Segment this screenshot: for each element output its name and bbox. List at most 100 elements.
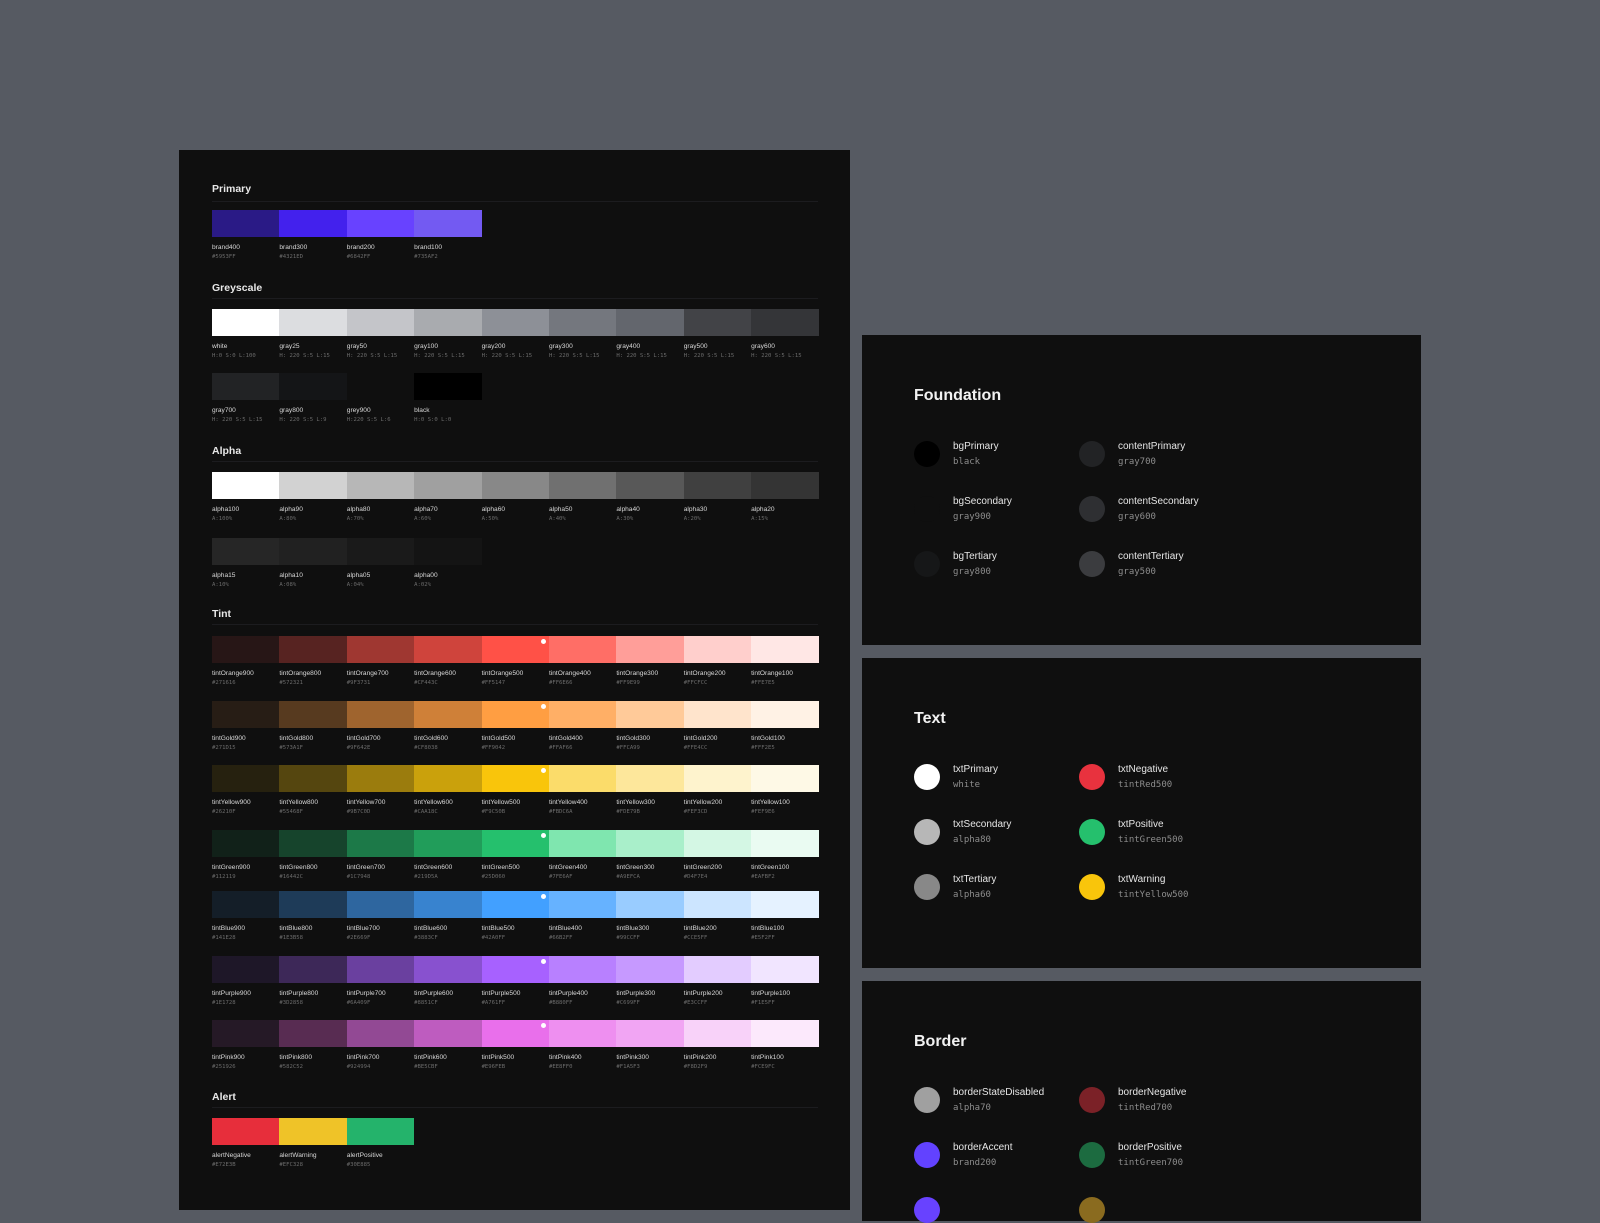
swatch-color-block (279, 701, 347, 728)
token-name: txtTertiary (953, 874, 997, 885)
swatch-name: tintPurple500 (481, 990, 521, 997)
swatch-name: tintBlue400 (548, 925, 582, 932)
color-swatch-brand400: brand400 #5953FF (212, 210, 280, 260)
swatch-code: H: 220 S:5 L:15 (616, 353, 667, 359)
swatch-color-block (212, 538, 280, 565)
swatch-name: brand300 (279, 244, 308, 251)
swatch-name: tintBlue500 (481, 925, 515, 932)
token-color-circle (914, 441, 940, 467)
swatch-name: gray200 (481, 343, 506, 350)
swatch-color-block (212, 1020, 280, 1047)
swatch-code: #16442C (279, 874, 303, 880)
color-swatch-tintblue300: tintBlue300 #99CCFF (616, 891, 684, 941)
token-text: contentSecondary gray600 (1118, 496, 1199, 522)
swatch-name: tintGreen700 (346, 864, 385, 871)
token-text: txtNegative tintRed500 (1118, 764, 1172, 790)
swatch-color-block (346, 373, 415, 400)
swatch-color-block (683, 701, 752, 728)
divider (212, 201, 818, 202)
token-name: bgTertiary (953, 551, 997, 562)
swatch-name: tintGold400 (548, 735, 583, 742)
swatch-color-block (212, 891, 280, 918)
swatch-name: tintYellow800 (279, 799, 319, 806)
swatch-code: #6842FF (346, 254, 371, 260)
token-text: txtPositive tintGreen500 (1118, 819, 1183, 845)
swatch-color-block (481, 701, 549, 728)
token-contenttertiary: contentTertiary gray500 (1079, 551, 1184, 577)
swatch-color-block (751, 701, 819, 728)
swatch-name: tintBlue600 (414, 925, 448, 932)
swatch-name: gray800 (279, 407, 304, 414)
swatch-name: tintBlue900 (212, 925, 245, 932)
color-swatch-alpha20: alpha20 A:15% (751, 472, 819, 522)
swatch-name: tintGold600 (414, 735, 448, 742)
swatch-color-block (279, 373, 347, 400)
swatch-name: tintPurple100 (751, 990, 790, 997)
swatch-code: A:40% (548, 516, 566, 522)
swatch-code: #42A0FF (481, 935, 506, 941)
color-swatch-tintyellow600: tintYellow600 #CAA18C (414, 765, 482, 815)
color-swatch-gray200: gray200 H: 220 S:5 L:15 (481, 309, 549, 359)
swatch-name: alpha60 (481, 506, 506, 513)
swatch-color-block (212, 472, 280, 499)
color-swatch-alpha100: alpha100 A:100% (212, 472, 280, 522)
swatch-code: #E96FEB (481, 1064, 506, 1070)
swatch-code: #CF8038 (414, 745, 438, 751)
swatch-color-block (279, 210, 347, 237)
swatch-code: #4321ED (279, 254, 303, 260)
token-color-circle (1079, 819, 1105, 845)
swatch-color-block (279, 309, 347, 336)
swatch-code: H:0 S:0 L:100 (212, 353, 256, 359)
swatch-code: #F1E5FF (751, 1000, 775, 1006)
swatch-code: #9F642E (346, 745, 371, 751)
token-reference: gray900 (953, 512, 991, 522)
color-swatch-tintorange400: tintOrange400 #FF6E66 (548, 636, 617, 686)
color-swatch-gray50: gray50 H: 220 S:5 L:15 (346, 309, 415, 359)
swatch-color-block (414, 636, 482, 663)
swatch-color-block (683, 636, 752, 663)
swatch-color-block (212, 373, 280, 400)
swatch-code: #EAFBF2 (751, 874, 775, 880)
token-reference: alpha80 (953, 835, 991, 845)
swatch-color-block (481, 830, 549, 857)
swatch-color-block (346, 210, 415, 237)
swatch-name: tintOrange300 (616, 670, 659, 677)
token-reference: tintGreen500 (1118, 835, 1184, 845)
swatch-color-block (548, 830, 617, 857)
swatch-code: #FFAF66 (548, 745, 573, 751)
swatch-code: #1E3B58 (279, 935, 303, 941)
swatch-code: #251926 (212, 1064, 236, 1070)
color-swatch-tintyellow700: tintYellow700 #9B7C0D (346, 765, 415, 815)
swatch-color-block (414, 210, 482, 237)
swatch-name: tintBlue300 (616, 925, 650, 932)
section-title-greyscale: Greyscale (212, 282, 263, 294)
swatch-code: A:50% (481, 516, 499, 522)
swatch-color-block (346, 956, 415, 983)
swatch-row: brand400 #5953FF brand300 #4321ED brand200 #6… (212, 210, 482, 260)
swatch-color-block (346, 891, 415, 918)
color-swatch-tintyellow100: tintYellow100 #FEF9E6 (751, 765, 819, 815)
swatch-code: H: 220 S:5 L:15 (346, 353, 398, 359)
token-reference: alpha70 (953, 1103, 991, 1113)
token-partial (1079, 1197, 1118, 1223)
swatch-code: #1E1728 (212, 1000, 236, 1006)
swatch-name: alpha50 (548, 506, 573, 513)
color-swatch-tintorange800: tintOrange800 #572321 (279, 636, 347, 686)
swatch-color-block (751, 309, 819, 336)
swatch-name: tintYellow200 (683, 799, 723, 806)
swatch-color-block (481, 1020, 549, 1047)
swatch-color-block (616, 472, 684, 499)
swatch-color-block (751, 636, 819, 663)
token-reference: tintRed500 (1118, 780, 1173, 790)
swatch-code: #55468F (279, 809, 303, 815)
swatch-code: H:220 S:5 L:6 (346, 417, 391, 423)
swatch-code: A:20% (683, 516, 701, 522)
swatch-code: #573A1F (279, 745, 303, 751)
swatch-color-block (346, 472, 415, 499)
color-swatch-brand300: brand300 #4321ED (279, 210, 347, 260)
color-swatch-tintgold800: tintGold800 #573A1F (279, 701, 347, 751)
swatch-code: #99CCFF (616, 935, 640, 941)
color-swatch-alpha90: alpha90 A:80% (279, 472, 347, 522)
swatch-code: #112119 (212, 874, 236, 880)
swatch-name: gray100 (414, 343, 439, 350)
